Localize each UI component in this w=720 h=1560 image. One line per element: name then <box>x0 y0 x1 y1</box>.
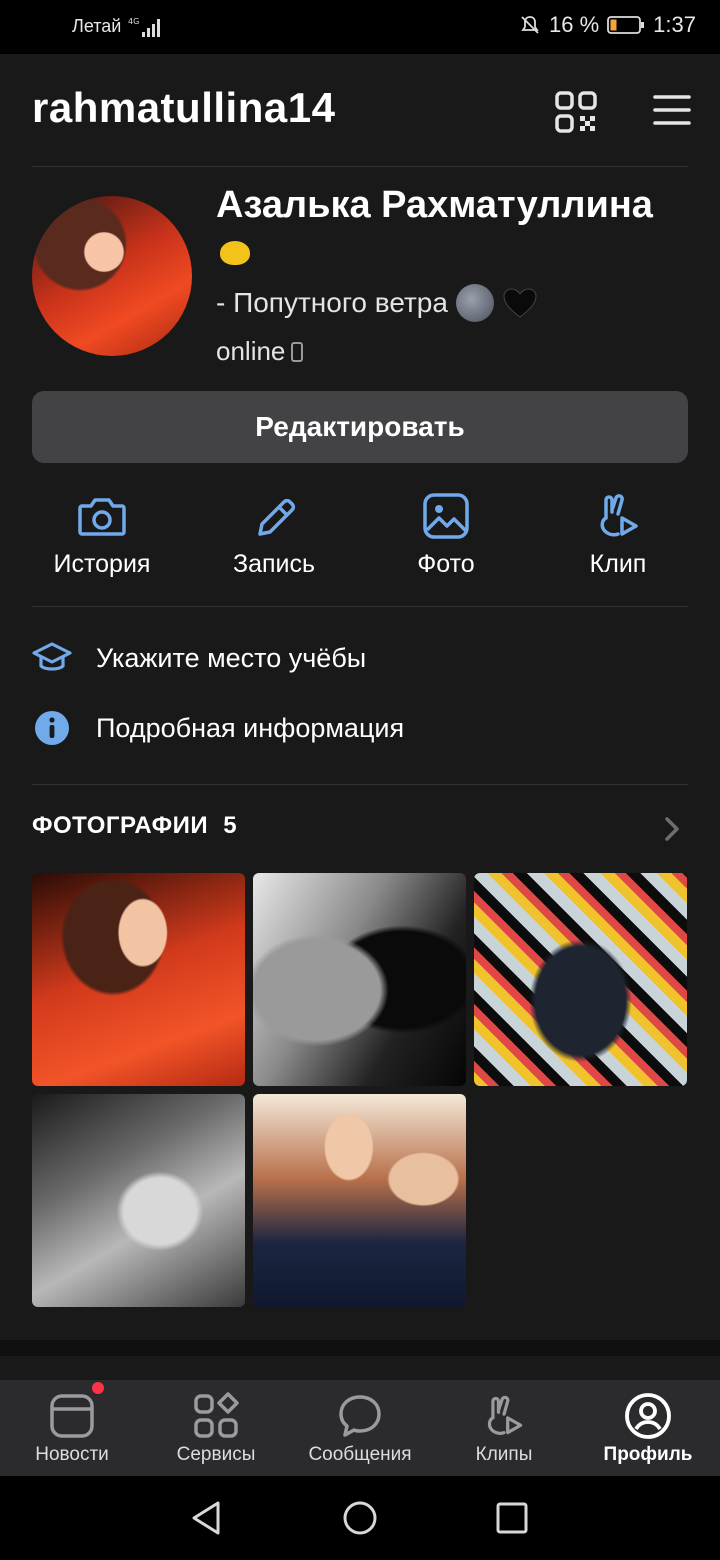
tab-profile[interactable]: Профиль <box>576 1380 720 1476</box>
profile-status[interactable]: - Попутного ветра <box>216 284 538 322</box>
messages-icon <box>339 1395 381 1437</box>
tab-label: Сервисы <box>176 1444 256 1465</box>
tab-label: Профиль <box>603 1444 693 1465</box>
action-label: Клип <box>589 550 647 578</box>
education-row[interactable]: Укажите место учёбы <box>32 628 688 688</box>
photos-count: 5 <box>223 812 238 839</box>
divider <box>32 784 688 785</box>
svg-text:4G: 4G <box>128 17 139 26</box>
edit-profile-button[interactable]: Редактировать <box>32 391 688 463</box>
signal-icon: 4G <box>128 17 160 37</box>
image-icon <box>423 493 469 539</box>
pencil-icon <box>258 498 296 536</box>
recents-icon[interactable] <box>492 1498 532 1538</box>
profile-name: Азалька Рахматуллина <box>216 182 656 274</box>
status-text: - Попутного ветра <box>216 287 448 318</box>
carrier-name: Летай <box>72 16 122 36</box>
profile-icon <box>625 1393 671 1439</box>
tab-services[interactable]: Сервисы <box>144 1380 288 1476</box>
news-icon <box>50 1394 94 1438</box>
notification-badge <box>92 1382 104 1394</box>
details-row[interactable]: Подробная информация <box>32 698 688 758</box>
photos-title: ФОТОГРАФИИ <box>32 812 209 839</box>
tab-clips[interactable]: Клипы <box>432 1380 576 1476</box>
quick-actions: История Запись Фото Клип <box>0 484 720 594</box>
home-icon[interactable] <box>340 1498 380 1538</box>
battery-icon <box>607 16 645 34</box>
tab-label: Новости <box>35 1444 109 1465</box>
action-label: Запись <box>232 550 316 578</box>
photo-thumbnail[interactable] <box>253 873 466 1086</box>
moon-emoji-icon <box>455 284 494 322</box>
tab-messages[interactable]: Сообщения <box>288 1380 432 1476</box>
section-divider <box>0 1340 720 1356</box>
photo-thumbnail[interactable] <box>253 1094 466 1307</box>
details-text: Подробная информация <box>96 712 405 743</box>
action-label: История <box>53 550 151 578</box>
education-text: Укажите место учёбы <box>96 642 367 673</box>
profile-screen: rahmatullina14 Азалька Рахматуллина - По… <box>0 54 720 1476</box>
clock: 1:37 <box>653 12 696 37</box>
system-nav-bar <box>0 1476 720 1560</box>
divider <box>32 166 688 167</box>
profile-name-text: Азалька Рахматуллина <box>216 184 653 226</box>
photos-header[interactable]: ФОТОГРАФИИ 5 <box>32 812 237 840</box>
battery-percent: 16 % <box>549 12 600 37</box>
bottom-tab-bar: Новости Сервисы Сообщения Клипы Профиль <box>0 1380 720 1476</box>
profile-username: rahmatullina14 <box>32 84 336 131</box>
black-heart-icon <box>503 288 537 318</box>
photo-thumbnail[interactable] <box>32 1094 245 1307</box>
graduation-cap-icon <box>32 638 72 678</box>
action-photo[interactable]: Фото <box>360 484 532 579</box>
chevron-right-icon[interactable] <box>660 814 684 844</box>
clip-icon <box>600 494 638 537</box>
mobile-icon <box>291 341 304 362</box>
action-label: Фото <box>417 550 475 578</box>
status-bar: Летай 4G 16 % 1:37 <box>0 0 720 54</box>
chick-emoji-icon <box>220 240 250 265</box>
qr-code-icon[interactable] <box>554 90 598 134</box>
tab-label: Сообщения <box>308 1444 412 1465</box>
mute-bell-icon <box>521 16 539 34</box>
tab-news[interactable]: Новости <box>0 1380 144 1476</box>
photo-thumbnail[interactable] <box>474 873 687 1086</box>
action-post[interactable]: Запись <box>188 484 360 579</box>
divider <box>32 606 688 607</box>
action-clip[interactable]: Клип <box>532 484 704 579</box>
clips-icon <box>487 1395 523 1435</box>
tab-label: Клипы <box>475 1444 533 1465</box>
action-story[interactable]: История <box>16 484 188 579</box>
back-icon[interactable] <box>186 1498 226 1538</box>
top-bar: rahmatullina14 <box>0 54 720 166</box>
menu-icon[interactable] <box>652 92 692 128</box>
camera-icon <box>78 498 126 536</box>
online-text: online <box>216 336 286 366</box>
info-icon <box>32 708 72 748</box>
avatar[interactable] <box>32 196 192 356</box>
services-icon <box>194 1392 239 1438</box>
photo-thumbnail[interactable] <box>32 873 245 1086</box>
online-status: online <box>216 336 304 367</box>
